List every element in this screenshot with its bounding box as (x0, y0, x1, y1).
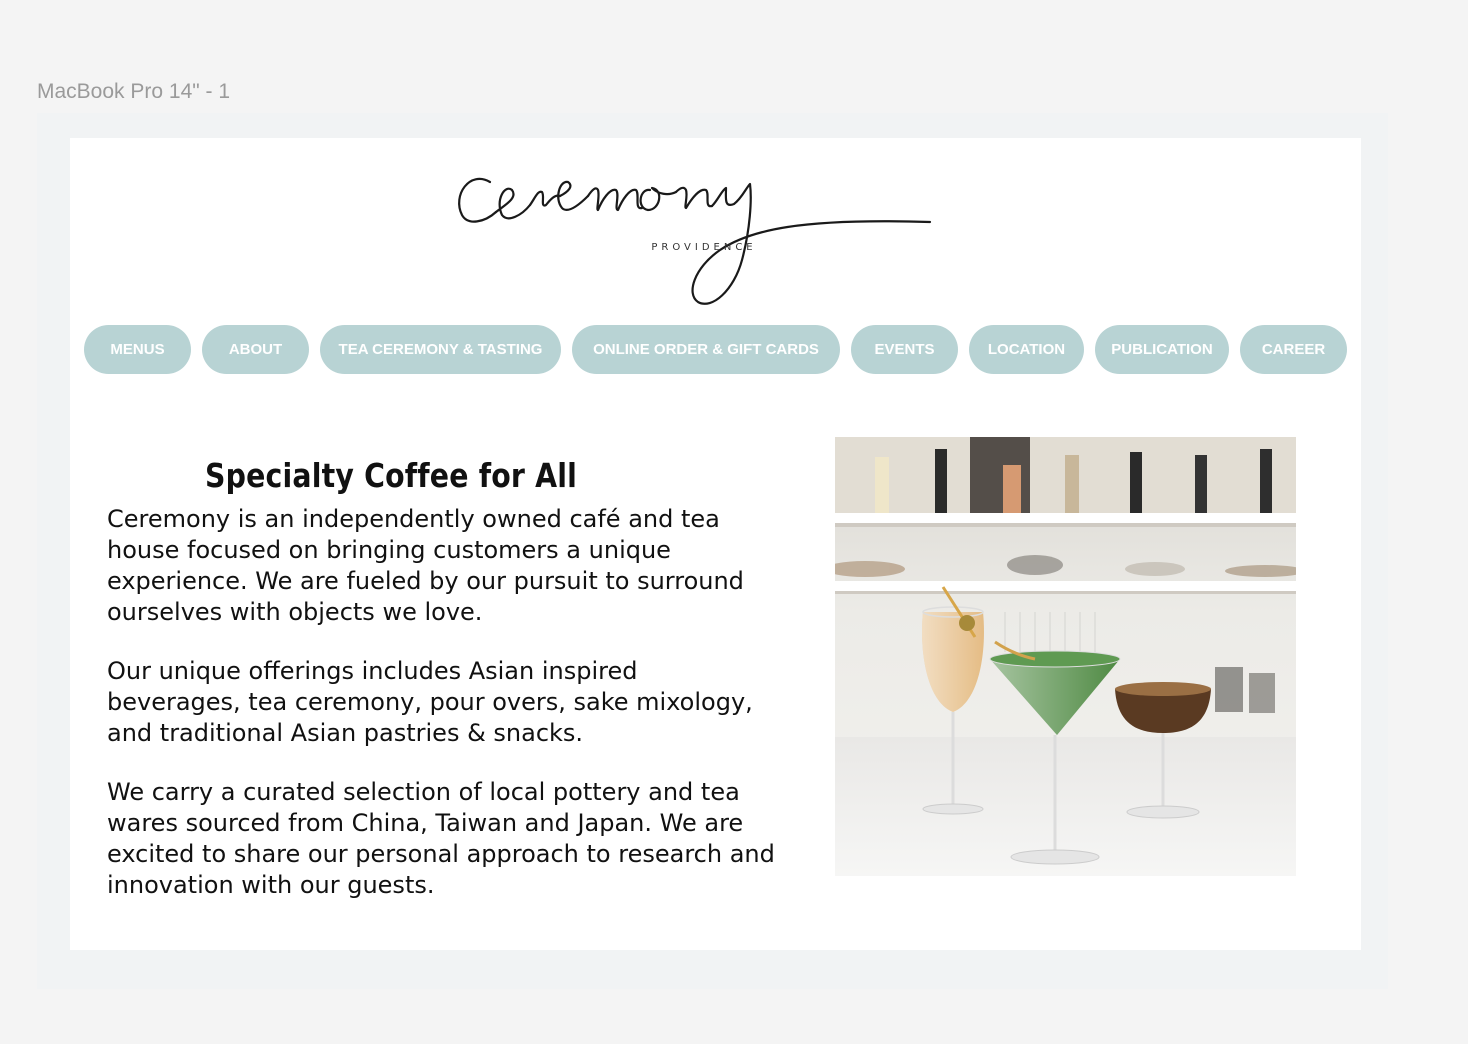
pottery-paragraph: We carry a curated selection of local po… (107, 778, 775, 899)
nav-item-location[interactable]: LOCATION (969, 325, 1084, 374)
nav-item-career[interactable]: CAREER (1240, 325, 1347, 374)
nav-item-publication[interactable]: PUBLICATION (1095, 325, 1229, 374)
intro-paragraph: Ceremony is an independently owned café … (107, 505, 744, 626)
nav-item-about[interactable]: ABOUT (202, 325, 309, 374)
nav-item-online-order-gift-cards[interactable]: ONLINE ORDER & GIFT CARDS (572, 325, 840, 374)
nav-item-menus[interactable]: MENUS (84, 325, 191, 374)
nav-item-events[interactable]: EVENTS (851, 325, 958, 374)
logo-subtext: PROVIDENCE (651, 242, 756, 253)
page-title: Specialty Coffee for All (205, 456, 578, 496)
frame-label: MacBook Pro 14" - 1 (37, 80, 231, 103)
ceremony-logo[interactable]: PROVIDENCE (450, 160, 950, 320)
logo-script-graphic: PROVIDENCE (458, 177, 932, 305)
offerings-paragraph: Our unique offerings includes Asian insp… (107, 657, 753, 747)
cocktail-photo (835, 437, 1296, 876)
nav-item-tea-ceremony-tasting[interactable]: TEA CEREMONY & TASTING (320, 325, 561, 374)
website-page: PROVIDENCE MENUS ABOUT TEA CEREMONY & TA… (70, 138, 1361, 950)
main-nav: MENUS ABOUT TEA CEREMONY & TASTING ONLIN… (70, 325, 1361, 375)
